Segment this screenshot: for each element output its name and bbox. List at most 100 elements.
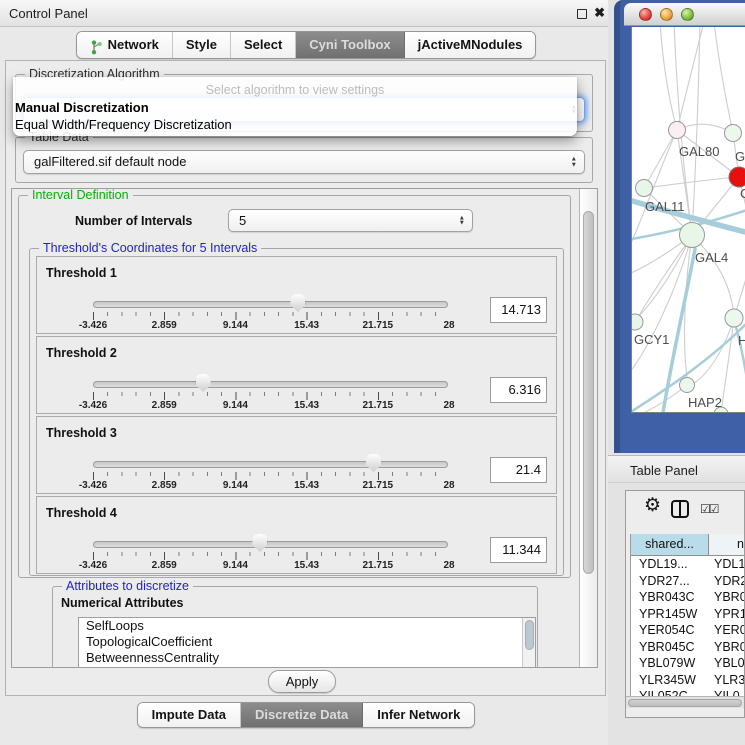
table-data-combobox[interactable]: galFiltered.sif default node ▲▼: [23, 150, 585, 174]
threshold-value-field[interactable]: 11.344: [490, 537, 547, 563]
tick-label: 28: [443, 480, 454, 491]
cell-name[interactable]: YLR3: [709, 672, 744, 689]
zoom-traffic-light-icon[interactable]: [681, 8, 694, 21]
close-icon[interactable]: ✖: [594, 5, 605, 21]
slider-track[interactable]: [93, 381, 448, 388]
tab-discretize-data[interactable]: Discretize Data: [241, 703, 363, 727]
slider-track[interactable]: [93, 301, 448, 308]
network-edge: [694, 318, 734, 383]
attribute-list-item[interactable]: TopologicalCoefficient: [79, 634, 535, 650]
attribute-list-item[interactable]: SelfLoops: [79, 618, 535, 634]
GAL11-node[interactable]: [636, 180, 653, 197]
red-node[interactable]: [729, 167, 745, 187]
threshold-slider[interactable]: -3.4262.8599.14415.4321.71528: [93, 497, 451, 575]
attributes-list-scrollbar-thumb[interactable]: [525, 620, 534, 650]
slider-track[interactable]: [93, 541, 448, 548]
column-header-name[interactable]: n: [709, 534, 744, 555]
cell-shared-name[interactable]: YIL052C: [631, 688, 709, 696]
settings-scrollpane: Interval Definition Number of Intervals …: [11, 188, 598, 668]
cell-shared-name[interactable]: YBR045C: [631, 639, 709, 656]
tick-label: 28: [443, 560, 454, 571]
threshold-value-field[interactable]: 14.713: [490, 297, 547, 323]
settings-vertical-scrollbar[interactable]: [579, 189, 597, 667]
numerical-attributes-list[interactable]: SelfLoopsTopologicalCoefficientBetweenne…: [78, 617, 536, 668]
tab-jactivemnodules[interactable]: jActiveMNodules: [405, 32, 536, 58]
cell-name[interactable]: YBL0: [709, 655, 744, 672]
tab-label: Network: [108, 32, 159, 58]
top-tab-row: Network Style SelectCyni ToolboxjActiveMNo…: [0, 31, 612, 59]
threshold-slider[interactable]: -3.4262.8599.14415.4321.71528: [93, 337, 451, 415]
GAL4-node[interactable]: [680, 223, 705, 248]
network-canvas[interactable]: GAL80GACGAL11GAL4GCY1HHAP2: [631, 27, 745, 413]
split-view-icon[interactable]: [671, 500, 689, 518]
table-row[interactable]: YBR043CYBR0: [631, 589, 744, 606]
table-row[interactable]: YLR345WYLR3: [631, 672, 744, 689]
tab-network[interactable]: Network: [77, 32, 173, 58]
table-row[interactable]: YDR27...YDR2: [631, 573, 744, 590]
slider-thumb-icon[interactable]: [196, 374, 211, 392]
table-row[interactable]: YDL19...YDL1: [631, 556, 744, 573]
cell-shared-name[interactable]: YDL19...: [631, 556, 709, 573]
number-of-intervals-combobox[interactable]: 5 ▲▼: [228, 209, 473, 232]
threshold-slider[interactable]: -3.4262.8599.14415.4321.71528: [93, 417, 451, 495]
cell-shared-name[interactable]: YPR145W: [631, 606, 709, 623]
cell-name[interactable]: YDL1: [709, 556, 744, 573]
table-row[interactable]: YPR145WYPR1: [631, 606, 744, 623]
bottom-tab-group: Impute DataDiscretize DataInfer Network: [137, 702, 476, 728]
slider-thumb-icon[interactable]: [366, 454, 381, 472]
table-horizontal-scrollbar[interactable]: [626, 696, 744, 708]
cell-name[interactable]: YDR2: [709, 573, 744, 590]
tab-style[interactable]: Style: [173, 32, 231, 58]
cell-shared-name[interactable]: YER054C: [631, 622, 709, 639]
slider-tick-labels: -3.4262.8599.14415.4321.71528: [93, 560, 449, 572]
thresholds-group: Threshold's Coordinates for 5 Intervals …: [29, 248, 564, 576]
GAL80-node[interactable]: [669, 122, 686, 139]
tab-cyni-toolbox[interactable]: Cyni Toolbox: [296, 32, 404, 58]
threshold-value-field[interactable]: 21.4: [490, 457, 547, 483]
cell-shared-name[interactable]: YLR345W: [631, 672, 709, 689]
cell-name[interactable]: YIL0: [709, 688, 744, 696]
tab-infer-network[interactable]: Infer Network: [363, 703, 474, 727]
apply-button[interactable]: Apply: [268, 670, 336, 693]
HAP2-node[interactable]: [680, 378, 695, 393]
combo-arrows-icon: ▲▼: [571, 157, 577, 168]
attribute-list-item[interactable]: BetweennessCentrality: [79, 650, 535, 666]
slider-thumb-icon[interactable]: [252, 534, 267, 552]
tab-label: Style: [186, 32, 217, 58]
select-columns-icon[interactable]: ☑☑: [700, 502, 718, 516]
cell-shared-name[interactable]: YBR043C: [631, 589, 709, 606]
table-row[interactable]: YBR045CYBR0: [631, 639, 744, 656]
settings-vertical-scrollbar-thumb[interactable]: [583, 211, 594, 574]
right-mid-node[interactable]: [725, 309, 743, 327]
float-window-icon[interactable]: [577, 9, 587, 19]
close-traffic-light-icon[interactable]: [639, 8, 652, 21]
cell-name[interactable]: YBR0: [709, 639, 744, 656]
tick-label: 21.715: [363, 560, 394, 571]
algorithm-option[interactable]: Manual Discretization: [15, 100, 575, 116]
GCY1-node[interactable]: [632, 314, 643, 330]
threshold-value-field[interactable]: 6.316: [490, 377, 547, 403]
minimize-traffic-light-icon[interactable]: [660, 8, 673, 21]
threshold-slider[interactable]: -3.4262.8599.14415.4321.71528: [93, 257, 451, 335]
tick-label: 28: [443, 320, 454, 331]
cell-shared-name[interactable]: YDR27...: [631, 573, 709, 590]
table-row[interactable]: YER054CYER0: [631, 622, 744, 639]
tab-impute-data[interactable]: Impute Data: [138, 703, 241, 727]
tick-label: -3.426: [79, 560, 107, 571]
slider-thumb-icon[interactable]: [290, 294, 305, 312]
algorithm-option[interactable]: Equal Width/Frequency Discretization: [15, 117, 575, 133]
column-header-shared-name[interactable]: shared...: [631, 534, 709, 555]
cell-name[interactable]: YBR0: [709, 589, 744, 606]
attributes-list-scrollbar[interactable]: [522, 618, 535, 668]
tab-select[interactable]: Select: [231, 32, 296, 58]
table-row[interactable]: YBL079WYBL0: [631, 655, 744, 672]
table-row[interactable]: YIL052CYIL0: [631, 688, 744, 696]
node-label: GAL4: [695, 250, 728, 265]
cell-shared-name[interactable]: YBL079W: [631, 655, 709, 672]
top-right-node[interactable]: [725, 125, 742, 142]
cell-name[interactable]: YPR1: [709, 606, 744, 623]
table-horizontal-scrollbar-thumb[interactable]: [628, 699, 742, 707]
gear-icon[interactable]: ⚙: [644, 494, 661, 517]
cell-name[interactable]: YER0: [709, 622, 744, 639]
slider-track[interactable]: [93, 461, 448, 468]
